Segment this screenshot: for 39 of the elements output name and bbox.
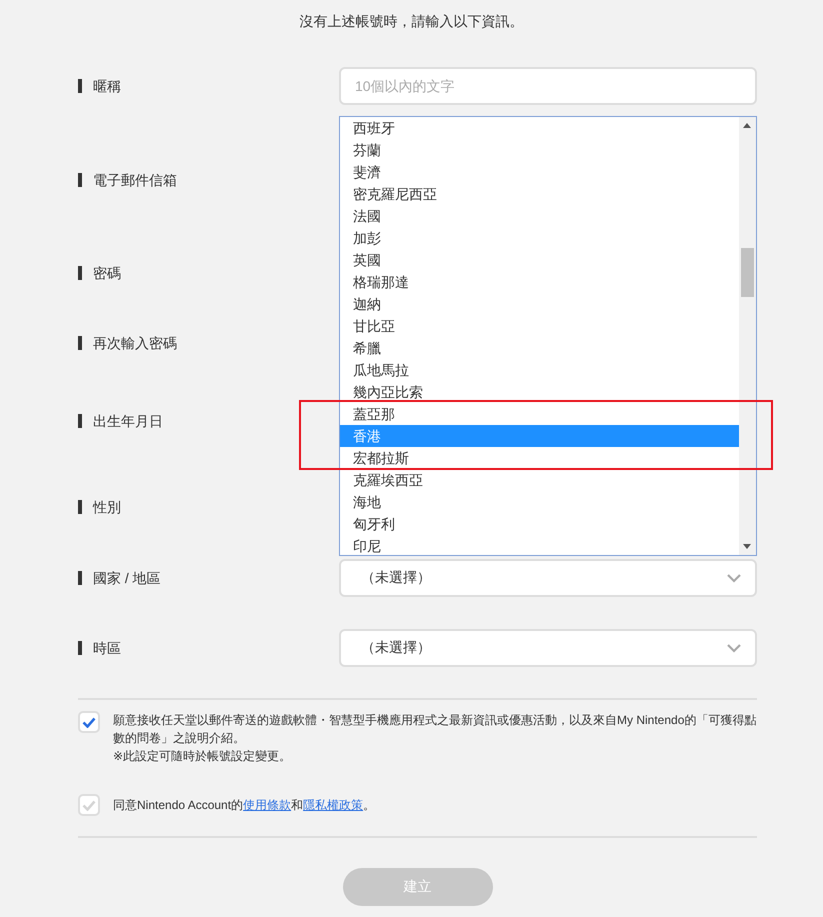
dropdown-option[interactable]: 密克羅尼西亞 [340,183,739,205]
select-field[interactable]: （未選擇） [339,629,757,667]
dropdown-option[interactable]: 希臘 [340,337,739,359]
check-icon [82,716,96,728]
dropdown-option[interactable]: 芬蘭 [340,139,739,161]
dropdown-option[interactable]: 西班牙 [340,117,739,139]
terms-link[interactable]: 使用條款 [243,798,292,812]
scrollbar[interactable] [739,117,756,555]
intro-text: 沒有上述帳號時，請輸入以下資訊。 [298,12,524,31]
checkbox[interactable] [78,794,100,816]
dropdown-option[interactable]: 甘比亞 [340,315,739,337]
scroll-down-icon[interactable] [743,544,751,549]
select-field[interactable]: （未選擇） [339,559,757,597]
chevron-down-icon [727,644,741,652]
dropdown-option[interactable]: 加彭 [340,227,739,249]
dropdown-option[interactable]: 瓜地馬拉 [340,359,739,381]
dropdown-option[interactable]: 宏都拉斯 [340,447,739,469]
consent-text: 同意Nintendo Account的使用條款和隱私權政策。 [113,797,376,814]
note-text: ※此設定可隨時於帳號設定變更。 [113,748,292,765]
country-dropdown-list[interactable]: 西班牙 芬蘭 斐濟 密克羅尼西亞 法國 加彭 英國 格瑞那達 迦納 甘比亞 希臘 瓜地馬拉 幾內亞比索 蓋亞那 香港 宏都拉斯 克羅埃西亞 海地 匈牙利 印尼 [339,116,757,556]
dropdown-option[interactable]: 克羅埃西亞 [340,469,739,491]
checkbox[interactable] [78,711,100,733]
dropdown-option[interactable]: 迦納 [340,293,739,315]
terms-link[interactable]: 隱私權政策 [303,798,364,812]
dropdown-option[interactable]: 英國 [340,249,739,271]
scroll-up-icon[interactable] [743,123,751,128]
check-icon [82,800,96,810]
dropdown-option[interactable]: 格瑞那達 [340,271,739,293]
dropdown-option[interactable]: 匈牙利 [340,513,739,535]
dropdown-option[interactable]: 法國 [340,205,739,227]
chevron-down-icon [727,574,741,582]
dropdown-option[interactable]: 幾內亞比索 [340,381,739,403]
consent-text: 願意接收任天堂以郵件寄送的遊戲軟體・智慧型手機應用程式之最新資訊或優惠活動，以及來自My Nintendo的「可獲得點數的問卷」之說明介紹。 [113,712,757,747]
scrollbar-thumb[interactable] [741,248,754,297]
dropdown-option[interactable]: 印尼 [340,535,739,555]
dropdown-option[interactable]: 海地 [340,491,739,513]
dropdown-option[interactable]: 斐濟 [340,161,739,183]
dropdown-option[interactable]: 蓋亞那 [340,403,739,425]
nickname-field[interactable]: 10個以內的文字 [339,67,757,105]
